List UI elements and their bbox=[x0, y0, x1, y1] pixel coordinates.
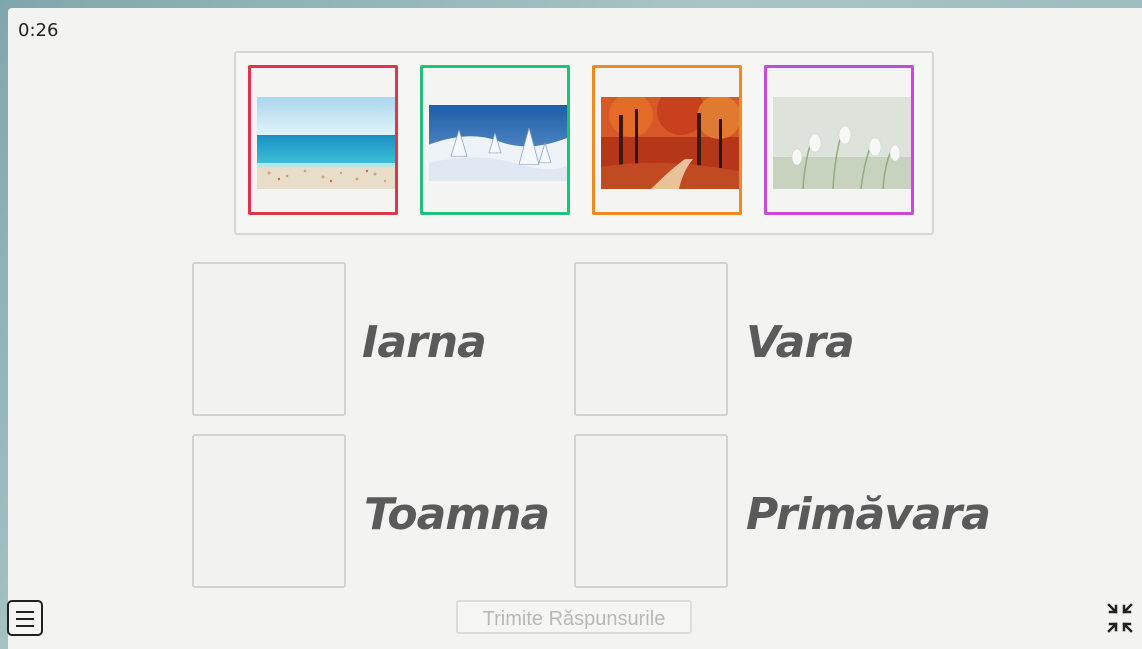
drop-target-vara[interactable] bbox=[574, 262, 728, 416]
card-tray bbox=[234, 51, 934, 235]
menu-button[interactable] bbox=[7, 600, 43, 636]
draggable-card-snow[interactable] bbox=[420, 65, 570, 215]
timer: 0:26 bbox=[18, 20, 59, 41]
drop-target-toamna[interactable] bbox=[192, 434, 346, 588]
hamburger-icon-line bbox=[16, 625, 34, 627]
season-label-vara: Vara bbox=[746, 317, 855, 368]
draggable-card-autumn[interactable] bbox=[592, 65, 742, 215]
collapse-fullscreen-icon[interactable] bbox=[1106, 602, 1134, 634]
submit-answers-button[interactable]: Trimite Răspunsurile bbox=[456, 600, 692, 634]
season-label-iarna: Iarna bbox=[362, 317, 487, 368]
autumn-forest-image bbox=[601, 97, 739, 189]
draggable-card-snowdrops[interactable] bbox=[764, 65, 914, 215]
drop-target-iarna[interactable] bbox=[192, 262, 346, 416]
draggable-card-beach[interactable] bbox=[248, 65, 398, 215]
snow-image bbox=[429, 105, 567, 181]
snowdrop-flowers-image bbox=[773, 97, 911, 189]
beach-image bbox=[257, 97, 395, 189]
season-label-toamna: Toamna bbox=[364, 489, 550, 540]
activity-board: 0:26 Iarna Vara Toamna Primăvara bbox=[8, 8, 1142, 649]
hamburger-icon bbox=[16, 611, 34, 613]
hamburger-icon-line bbox=[16, 618, 34, 620]
drop-target-primavara[interactable] bbox=[574, 434, 728, 588]
season-label-primavara: Primăvara bbox=[746, 489, 991, 540]
